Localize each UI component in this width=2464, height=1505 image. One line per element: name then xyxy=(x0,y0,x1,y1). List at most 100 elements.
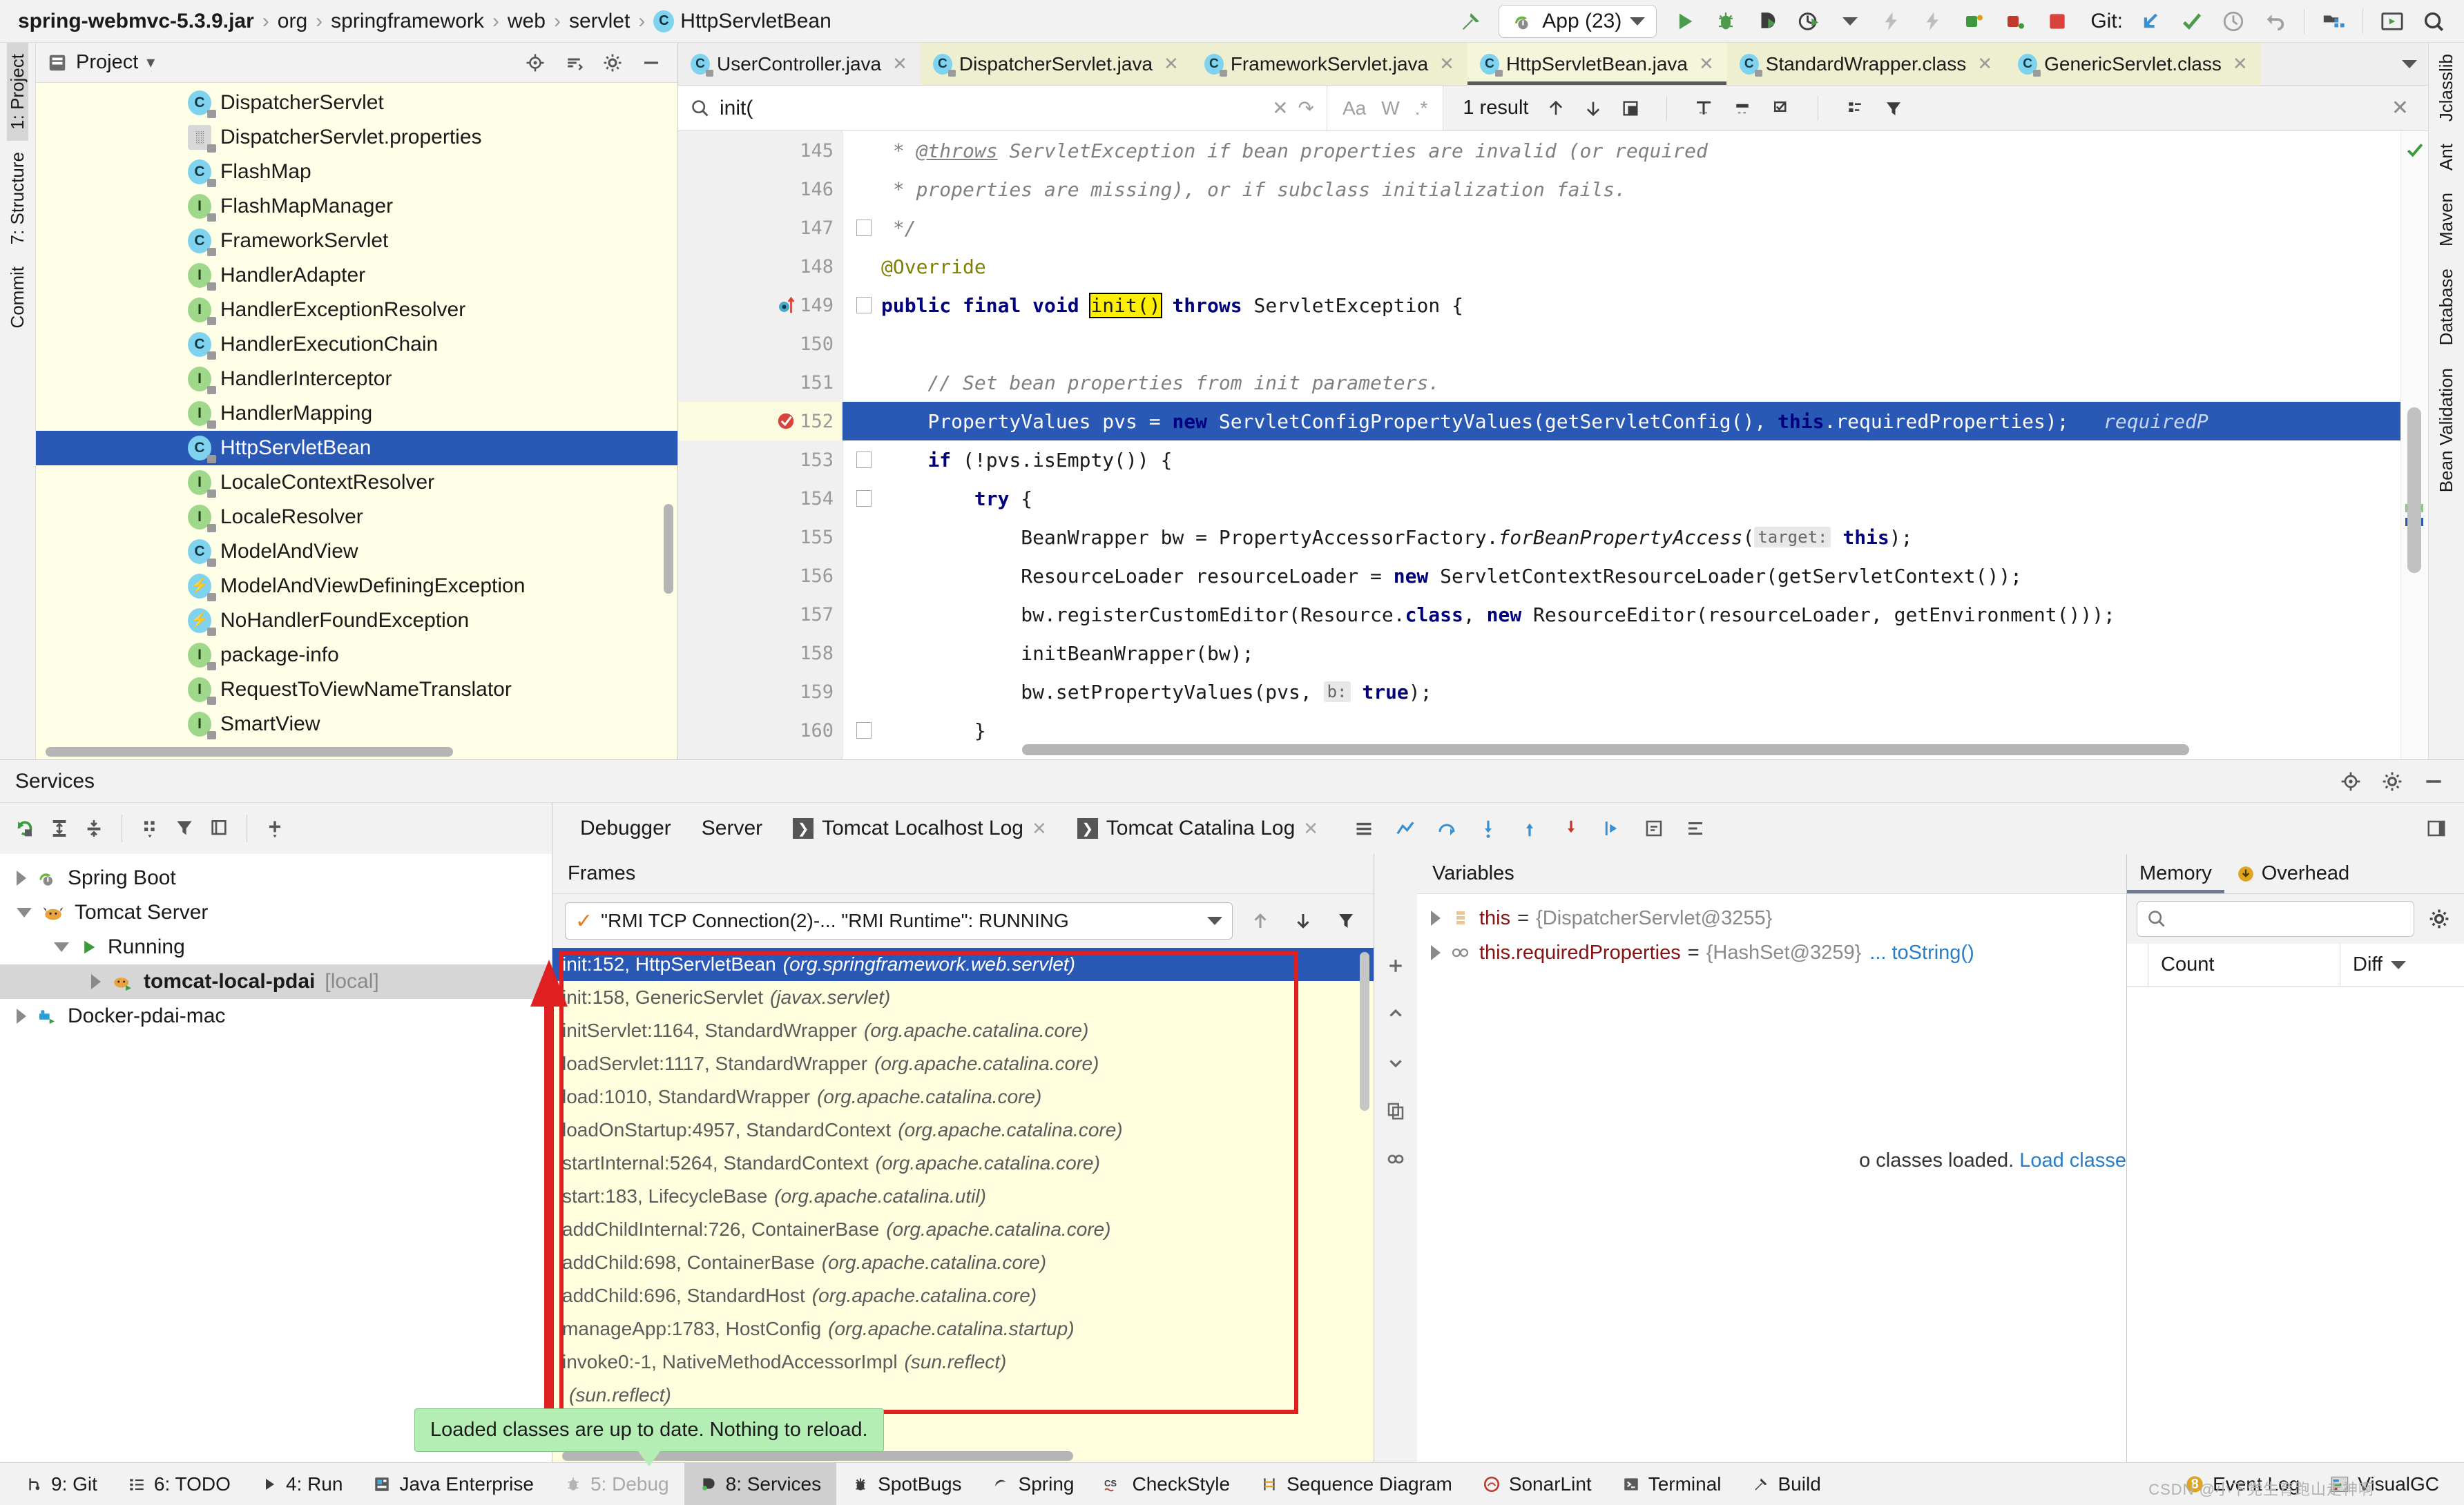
status-bar-item[interactable]: 8: Services xyxy=(684,1463,837,1505)
git-rollback-icon[interactable] xyxy=(2257,5,2293,38)
chevron-right-icon[interactable] xyxy=(1431,911,1441,926)
breakpoint-icon[interactable] xyxy=(776,411,796,431)
editor-tab[interactable]: C FrameworkServlet.java ✕ xyxy=(1191,43,1467,85)
expand-all-icon[interactable] xyxy=(44,815,75,842)
project-tree-item[interactable]: ⚡ NoHandlerFoundException xyxy=(36,603,677,638)
frame-item[interactable]: manageApp:1783, HostConfig (org.apache.ca… xyxy=(552,1312,1374,1346)
code-line[interactable]: bw.registerCustomEditor(Resource. class, … xyxy=(843,595,2400,634)
show-config-icon[interactable] xyxy=(204,815,234,842)
status-bar-item[interactable]: SpotBugs xyxy=(836,1463,976,1505)
restore-layout-icon[interactable] xyxy=(2421,815,2452,842)
group-icon[interactable] xyxy=(135,815,165,842)
editor-tabs-overflow[interactable] xyxy=(2391,43,2428,85)
sidebar-item-commit[interactable]: Commit xyxy=(7,255,28,340)
variable-row[interactable]: this.requiredProperties = {HashSet@3259}..… xyxy=(1417,935,2126,970)
gutter-line[interactable]: 160 xyxy=(678,711,842,750)
memory-col-class[interactable] xyxy=(2127,944,2148,986)
status-bar-item[interactable]: 9: Git xyxy=(10,1463,113,1505)
filter-scope-icon[interactable] xyxy=(1845,98,1865,119)
filter-icon[interactable] xyxy=(1331,907,1361,935)
step-over-icon[interactable] xyxy=(1432,815,1462,842)
frames-vertical-scrollbar[interactable] xyxy=(1360,952,1369,1111)
code-line[interactable]: * @throws ServletException if bean prope… xyxy=(843,131,2400,170)
fold-marker-icon[interactable] xyxy=(856,220,872,236)
chevron-right-icon[interactable] xyxy=(17,871,26,886)
frame-item[interactable]: start:183, LifecycleBase (org.apache.cata… xyxy=(552,1180,1374,1213)
frame-item[interactable]: loadServlet:1117, StandardWrapper (org.ap… xyxy=(552,1047,1374,1080)
run-configuration-selector[interactable]: App (23) xyxy=(1499,4,1657,38)
thread-selector[interactable]: ✓ "RMI TCP Connection(2)-... "RMI Runtim… xyxy=(565,902,1233,940)
project-tree-item[interactable]: I HandlerInterceptor xyxy=(36,362,677,396)
gutter-line[interactable]: 148 xyxy=(678,247,842,286)
project-tree-item[interactable]: I FlashMapManager xyxy=(36,189,677,224)
frame-item[interactable]: load:1010, StandardWrapper (org.apache.ca… xyxy=(552,1080,1374,1114)
chevron-right-icon[interactable] xyxy=(91,974,101,989)
breadcrumb-item-servlet[interactable]: servlet xyxy=(561,10,638,33)
tab-overhead[interactable]: Overhead xyxy=(2224,854,2362,893)
status-bar-item[interactable]: SonarLint xyxy=(1467,1463,1607,1505)
move-up-icon[interactable] xyxy=(1380,1000,1411,1028)
collapse-all-icon[interactable] xyxy=(559,49,589,77)
sidebar-item-bean-validation[interactable]: Bean Validation xyxy=(2436,357,2457,503)
sidebar-item-project[interactable]: 1: Project xyxy=(7,43,28,141)
gutter-line[interactable]: 153 xyxy=(678,440,842,479)
close-icon[interactable]: ✕ xyxy=(2391,96,2409,120)
project-tree-item[interactable]: C HandlerExecutionChain xyxy=(36,327,677,362)
history-icon[interactable]: ↷ xyxy=(1298,97,1314,119)
debugger-tab[interactable]: ❯ Tomcat Catalina Log ✕ xyxy=(1062,803,1334,854)
git-history-icon[interactable] xyxy=(2215,5,2251,38)
project-tree[interactable]: C DispatcherServlet ░ DispatcherServlet.pro… xyxy=(36,83,677,759)
hammer-icon[interactable] xyxy=(1453,5,1489,38)
filter-icon[interactable] xyxy=(1883,98,1904,119)
project-tree-item[interactable]: I HandlerMapping xyxy=(36,396,677,431)
project-tree-item[interactable]: ░ DispatcherServlet.properties xyxy=(36,120,677,155)
error-stripe-markers[interactable] xyxy=(2400,131,2428,759)
fold-marker-icon[interactable] xyxy=(856,297,872,313)
gutter-line[interactable]: 158 xyxy=(678,634,842,672)
chevron-right-icon[interactable] xyxy=(1431,945,1441,960)
code-content[interactable]: * @throws ServletException if bean prope… xyxy=(843,131,2400,759)
project-tree-item[interactable]: I LocaleContextResolver xyxy=(36,465,677,500)
settings-gear-icon[interactable] xyxy=(2377,768,2407,795)
variables-list[interactable]: this = {DispatcherServlet@3255} this.requir… xyxy=(1417,894,2126,1462)
git-commit-check-icon[interactable] xyxy=(2174,5,2210,38)
project-tree-item[interactable]: I LocaleResolver xyxy=(36,500,677,534)
breadcrumb-item-web[interactable]: web xyxy=(499,10,554,33)
frame-item[interactable]: addChild:696, StandardHost (org.apache.ca… xyxy=(552,1279,1374,1312)
frame-item[interactable]: startInternal:5264, StandardContext (org.… xyxy=(552,1147,1374,1180)
chevron-right-icon[interactable] xyxy=(17,1009,26,1024)
console-toggle-icon[interactable] xyxy=(1349,815,1379,842)
sidebar-item-ant[interactable]: Ant xyxy=(2436,133,2457,182)
code-line[interactable]: * properties are missing), or if subclas… xyxy=(843,170,2400,208)
editor-tab[interactable]: C HttpServletBean.java ✕ xyxy=(1467,43,1727,85)
project-tree-item[interactable]: Ipackage-info xyxy=(36,638,677,672)
fold-marker-icon[interactable] xyxy=(856,490,872,507)
variable-row[interactable]: this = {DispatcherServlet@3255} xyxy=(1417,901,2126,935)
arrow-up-icon[interactable] xyxy=(1546,98,1566,119)
attach-icon[interactable] xyxy=(1956,5,1992,38)
close-icon[interactable]: ✕ xyxy=(1164,53,1179,75)
status-bar-item[interactable]: Sequence Diagram xyxy=(1245,1463,1467,1505)
services-tree-item[interactable]: tomcat-local-pdai [local] xyxy=(0,964,552,999)
editor-tab[interactable]: C StandardWrapper.class ✕ xyxy=(1726,43,2006,85)
search-everywhere-icon[interactable] xyxy=(2416,5,2452,38)
project-tree-item[interactable]: C DispatcherServlet xyxy=(36,86,677,120)
hot-reload-icon[interactable] xyxy=(1874,5,1909,38)
add-icon[interactable] xyxy=(260,815,290,842)
gutter-line[interactable]: 150 xyxy=(678,324,842,363)
code-line[interactable]: initBeanWrapper(bw); xyxy=(843,634,2400,672)
search-input-wrapper[interactable]: init( ✕ ↷ xyxy=(678,86,1327,130)
profile-dropdown-icon[interactable] xyxy=(1832,5,1868,38)
whole-words-toggle[interactable]: W xyxy=(1381,97,1399,119)
project-tree-item[interactable]: C FlashMap xyxy=(36,155,677,189)
code-line[interactable]: ResourceLoader resourceLoader = new Serv… xyxy=(843,556,2400,595)
settings-gear-icon[interactable] xyxy=(2424,905,2454,933)
hide-icon[interactable] xyxy=(636,49,666,77)
code-line[interactable]: bw.setPropertyValues(pvs, b: true); xyxy=(843,672,2400,711)
frame-item[interactable]: init:152, HttpServletBean (org.springfram… xyxy=(552,948,1374,981)
run-anything-icon[interactable] xyxy=(2374,5,2410,38)
close-icon[interactable]: ✕ xyxy=(892,53,907,75)
step-into-icon[interactable] xyxy=(1473,815,1503,842)
locate-icon[interactable] xyxy=(2336,768,2366,795)
editor-tab[interactable]: C DispatcherServlet.java ✕ xyxy=(920,43,1192,85)
